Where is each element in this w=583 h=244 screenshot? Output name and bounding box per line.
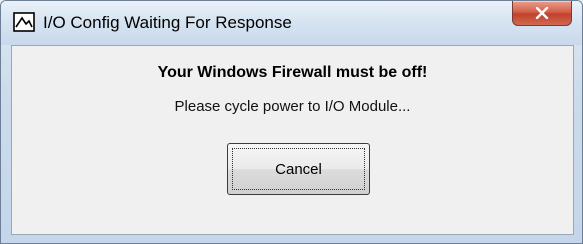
dialog-body: Your Windows Firewall must be off! Pleas… <box>11 45 574 235</box>
close-button[interactable] <box>512 1 572 26</box>
close-icon <box>535 7 549 19</box>
window-title: I/O Config Waiting For Response <box>43 13 292 32</box>
status-message: Please cycle power to I/O Module... <box>174 98 411 115</box>
title-bar[interactable]: I/O Config Waiting For Response <box>1 1 582 45</box>
dialog-window: I/O Config Waiting For Response Your Win… <box>0 0 583 244</box>
firewall-warning: Your Windows Firewall must be off! <box>157 64 428 81</box>
cancel-button-label: Cancel <box>275 160 322 178</box>
cancel-button[interactable]: Cancel <box>227 143 370 195</box>
app-icon <box>13 12 35 32</box>
